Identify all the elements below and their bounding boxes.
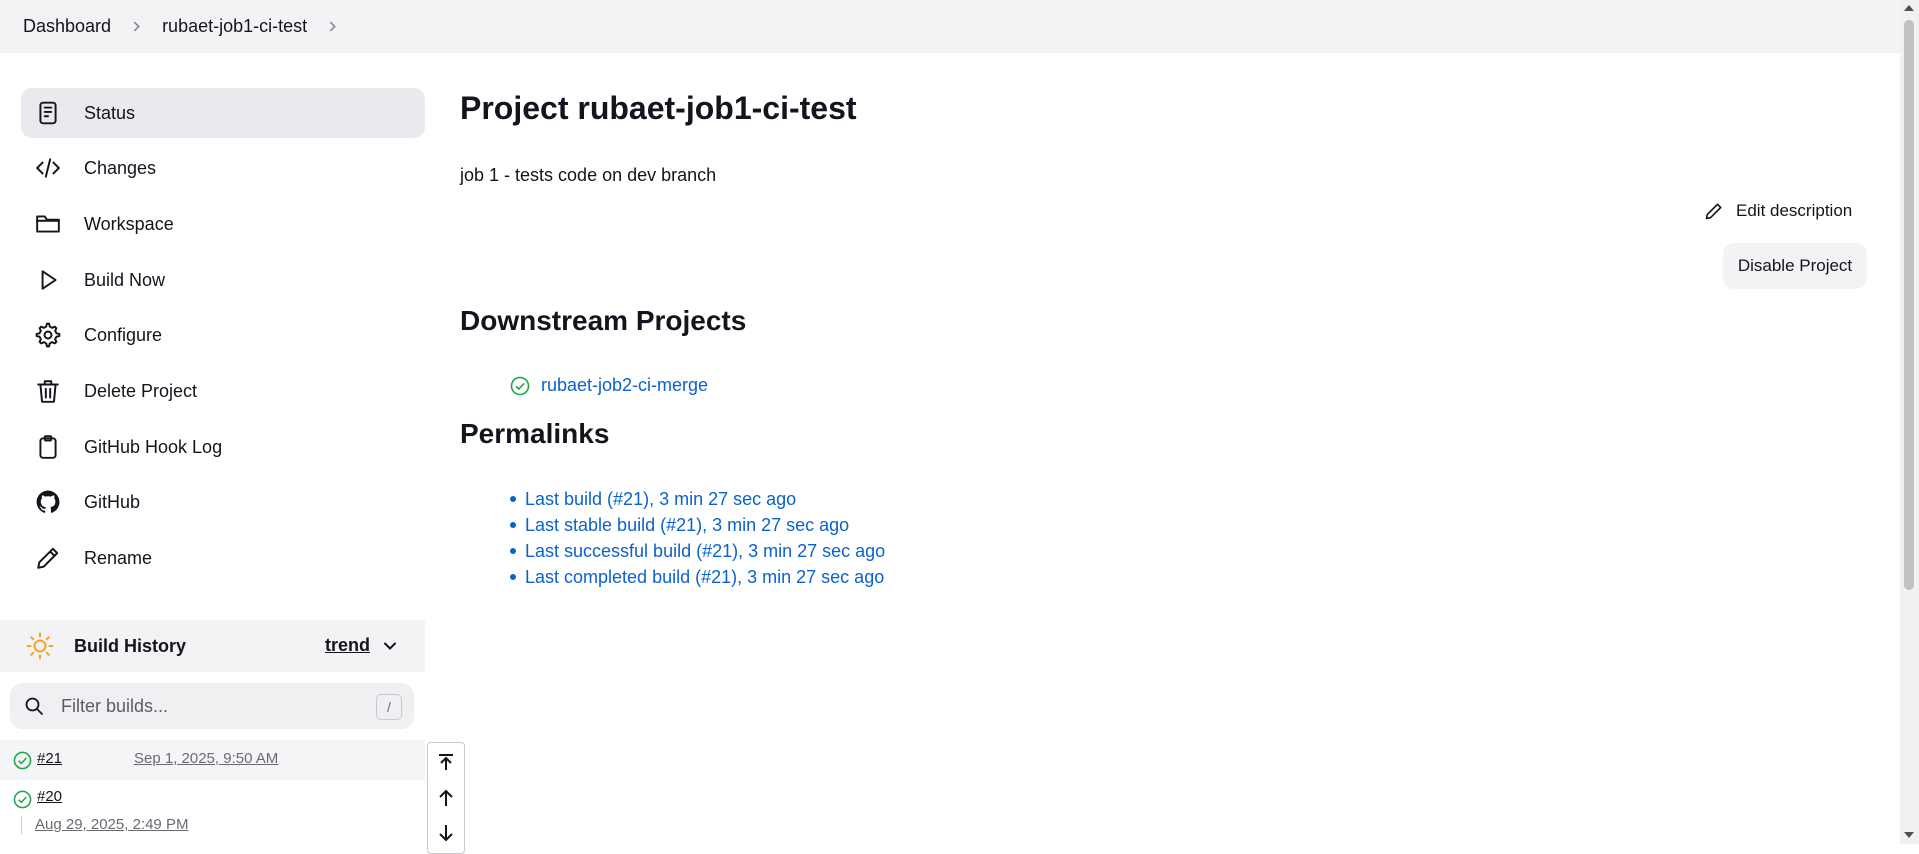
build-row[interactable]: #20 Aug 29, 2025, 2:49 PM [0,780,425,844]
success-icon [13,790,32,809]
pencil-icon [1705,203,1722,220]
sidebar-item-changes[interactable]: Changes [21,143,425,193]
build-time[interactable]: Aug 29, 2025, 2:49 PM [35,816,188,833]
downstream-heading: Downstream Projects [460,305,747,336]
play-icon [34,267,61,294]
clipboard-icon [34,434,61,461]
status-icon [34,100,61,127]
bullet [510,574,516,580]
trend-link[interactable]: trend [325,635,370,656]
folder-icon [34,211,61,238]
sidebar-item-label: Configure [84,324,163,345]
permalinks-heading: Permalinks [460,418,610,449]
success-icon [510,376,530,395]
edit-description-link[interactable]: Edit description [1704,201,1852,221]
breadcrumb: Dashboard rubaet-job1-ci-test [0,0,1900,53]
sidebar-item-label: Status [84,102,136,123]
sidebar-item-delete-project[interactable]: Delete Project [21,366,425,416]
filter-builds: / [10,683,414,729]
scrollbar-thumb[interactable] [1904,20,1914,590]
permalink-last-stable-build[interactable]: Last stable build (#21), 3 min 27 sec ag… [525,515,849,536]
breadcrumb-project[interactable]: rubaet-job1-ci-test [162,16,307,37]
scroll-to-top-icon[interactable] [435,751,457,773]
downstream-project-item: rubaet-job2-ci-merge [510,375,708,396]
build-history-scroll-controls [427,742,465,854]
project-description: job 1 - tests code on dev branch [460,165,717,185]
gear-icon [34,322,61,349]
bullet [510,548,516,554]
permalink-last-build[interactable]: Last build (#21), 3 min 27 sec ago [525,489,796,510]
github-icon [34,489,61,516]
build-history-header: Build History trend [0,620,425,672]
arrow-up-icon[interactable] [435,787,457,809]
edit-description-label: Edit description [1736,201,1853,220]
timeline-line [21,816,22,834]
list-item: Last successful build (#21), 3 min 27 se… [510,538,885,564]
list-item: Last build (#21), 3 min 27 sec ago [510,486,885,512]
scroll-down-arrow[interactable] [1904,832,1914,838]
build-number[interactable]: #21 [37,750,62,767]
filter-builds-input[interactable] [59,694,363,718]
breadcrumb-dashboard[interactable]: Dashboard [23,16,111,37]
downstream-project-link[interactable]: rubaet-job2-ci-merge [541,375,708,396]
build-time[interactable]: Sep 1, 2025, 9:50 AM [134,750,278,767]
sidebar-item-label: Build Now [84,269,166,290]
list-item: Last completed build (#21), 3 min 27 sec… [510,564,885,590]
sidebar-item-label: GitHub Hook Log [84,436,223,457]
code-icon [34,155,61,182]
list-item: Last stable build (#21), 3 min 27 sec ag… [510,512,885,538]
success-icon [13,751,32,770]
shortcut-hint: / [376,694,402,720]
sidebar-item-label: Workspace [84,213,174,234]
chevron-right-icon [131,21,142,32]
build-number[interactable]: #20 [37,788,62,805]
trash-icon [34,378,61,405]
arrow-down-icon[interactable] [435,822,457,844]
scroll-up-arrow[interactable] [1904,5,1914,11]
chevron-down-icon[interactable] [382,638,398,654]
sidebar-item-build-now[interactable]: Build Now [21,255,425,305]
bullet [510,496,516,502]
sidebar-item-status[interactable]: Status [21,88,425,138]
build-history-title: Build History [74,635,187,656]
sidebar-item-configure[interactable]: Configure [21,310,425,360]
sidebar-item-rename[interactable]: Rename [21,533,425,583]
sidebar-item-label: Changes [84,157,157,178]
permalink-last-completed-build[interactable]: Last completed build (#21), 3 min 27 sec… [525,567,884,588]
permalinks-list: Last build (#21), 3 min 27 sec ago Last … [510,486,885,590]
disable-project-button[interactable]: Disable Project [1723,243,1867,289]
chevron-right-icon[interactable] [327,21,338,32]
pencil-icon [34,545,61,572]
sidebar-item-workspace[interactable]: Workspace [21,199,425,249]
sidebar-item-label: GitHub [84,491,141,512]
sidebar-item-label: Rename [84,547,153,568]
build-row[interactable]: #21 Sep 1, 2025, 9:50 AM [0,740,425,780]
sidebar-item-label: Delete Project [84,380,198,401]
permalink-last-successful-build[interactable]: Last successful build (#21), 3 min 27 se… [525,541,885,562]
page-title: Project rubaet-job1-ci-test [460,90,857,126]
bullet [510,522,516,528]
sun-icon [26,632,54,660]
page-scrollbar[interactable] [1900,0,1919,844]
sidebar-item-github-hook-log[interactable]: GitHub Hook Log [21,422,425,472]
search-icon [24,696,44,716]
sidebar-item-github[interactable]: GitHub [21,477,425,527]
